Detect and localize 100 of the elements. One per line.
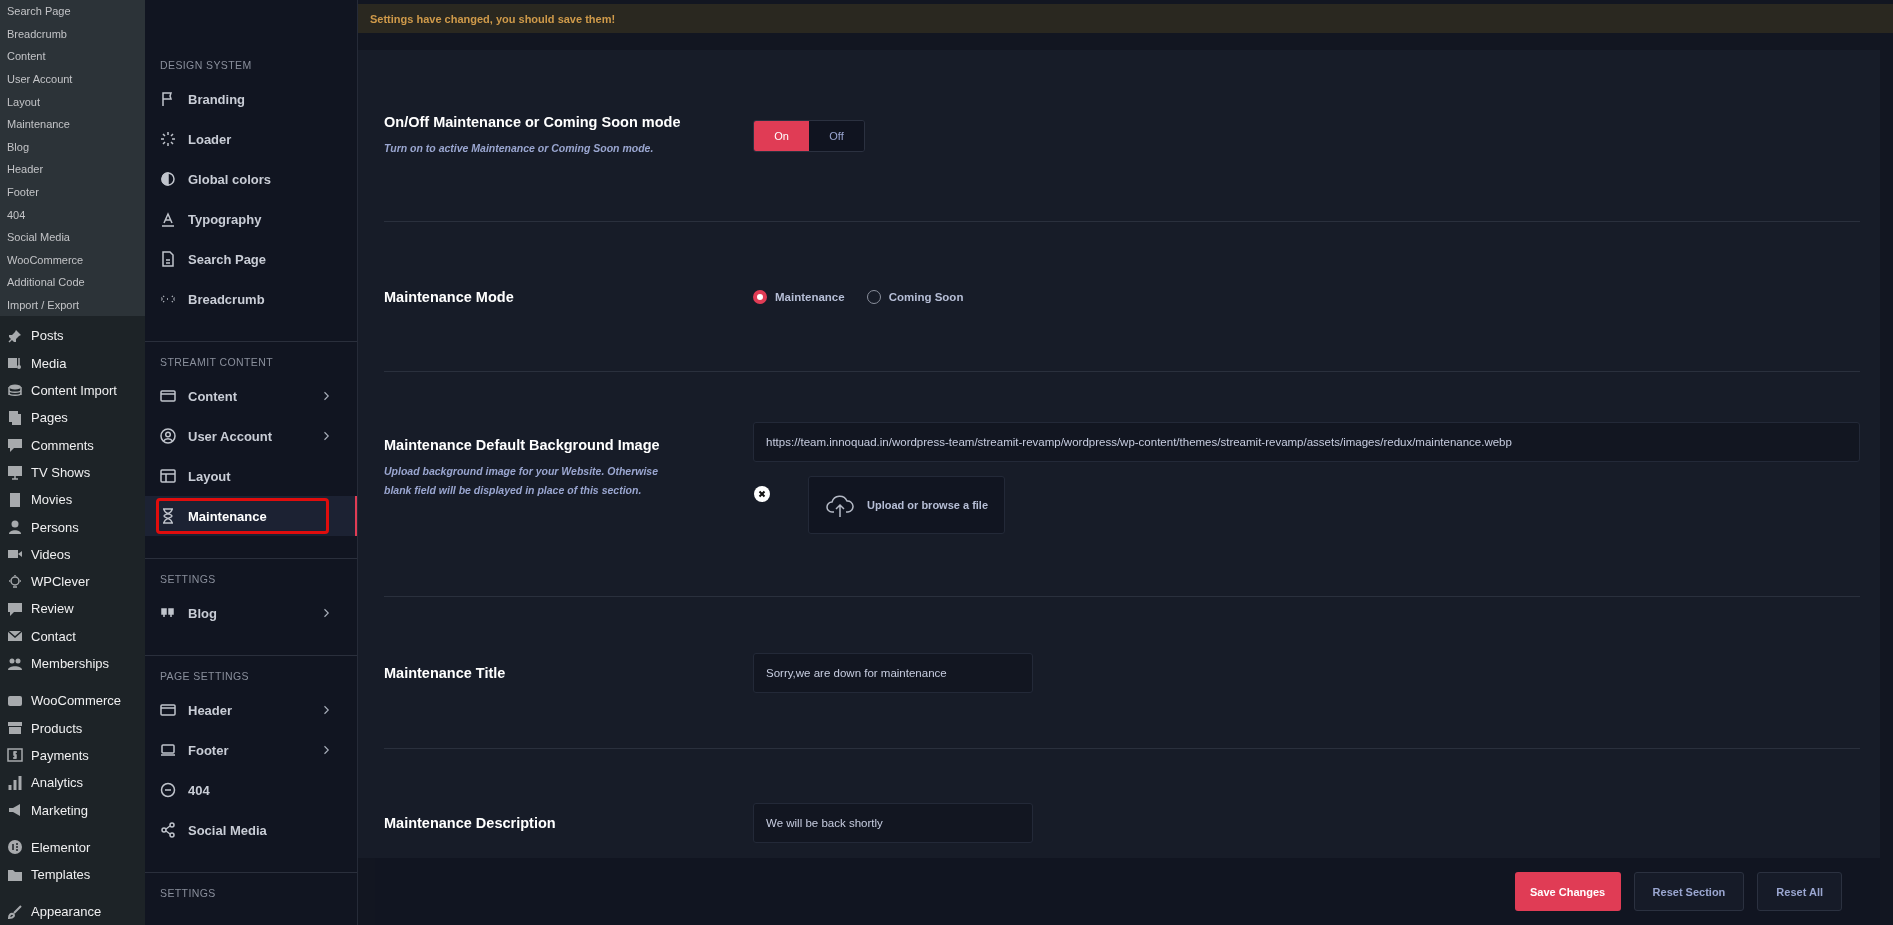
reset-button[interactable]: Reset Section — [1633, 872, 1745, 911]
notice-text: Settings have changed, you should save them! — [370, 12, 616, 25]
monitor-icon — [7, 464, 23, 481]
section-heading: SETTINGS — [160, 887, 216, 899]
pin-icon — [7, 327, 23, 344]
nav-item[interactable]: Footer — [145, 730, 357, 770]
field-description: Upload background image for your Website. Otherwise blank field will be displayed in place of this section. — [384, 464, 660, 498]
nav-item[interactable]: Blog — [145, 593, 357, 633]
submenu-link[interactable]: Header — [0, 158, 51, 181]
brush-icon — [7, 903, 23, 920]
submenu-link[interactable]: Layout — [0, 90, 48, 113]
submenu-link[interactable]: Content — [0, 45, 53, 68]
submenu-link[interactable]: WooCommerce — [0, 248, 91, 272]
text-underline-icon — [160, 211, 176, 227]
admin-menu-item[interactable]: Posts — [0, 322, 64, 350]
admin-menu-item[interactable]: Appearance — [0, 898, 102, 925]
nav-item[interactable]: Header — [145, 690, 357, 730]
url-field[interactable]: https://team.innoquad.in/wordpress-team/streamit-revamp/wordpress/wp-content/themes/streamit-revamp/assets/images/redux/maintenance.webp — [753, 422, 1860, 462]
admin-menu-item[interactable]: WooCommerce — [0, 687, 122, 715]
window-icon — [160, 702, 176, 718]
hourglass-icon — [160, 508, 176, 524]
nav-item[interactable]: User Account — [145, 416, 357, 456]
admin-menu-item[interactable]: Pages — [0, 404, 68, 432]
admin-menu-item[interactable]: Contact — [0, 622, 76, 650]
section-heading: SETTINGS — [160, 573, 216, 585]
admin-menu-item[interactable]: Templates — [0, 860, 91, 889]
remove-icon[interactable] — [753, 485, 771, 503]
text-field[interactable]: Sorry,we are down for maintenance — [753, 652, 1033, 693]
admin-menu-item[interactable]: Memberships — [0, 649, 110, 678]
field-title: Maintenance Description — [384, 814, 556, 831]
field-title: On/Off Maintenance or Coming Soon mode — [384, 113, 681, 130]
radio-button[interactable] — [753, 289, 767, 304]
nav-item[interactable]: Loader — [145, 119, 357, 159]
cloud-upload-icon — [825, 492, 855, 518]
layout-icon — [160, 468, 176, 484]
user-circle-icon — [160, 428, 176, 444]
admin-menu-item[interactable]: WPClever — [0, 568, 90, 596]
nav-item[interactable]: Global colors — [145, 159, 357, 199]
nav-item[interactable]: Search Page — [145, 239, 357, 279]
field-title: Maintenance Title — [384, 664, 506, 681]
field-title: Maintenance Mode — [384, 288, 514, 305]
radio-option[interactable]: Maintenance — [753, 289, 845, 304]
submenu-link[interactable]: Maintenance — [0, 112, 77, 136]
pages-icon — [7, 409, 23, 426]
submenu-link[interactable]: Footer — [0, 180, 46, 204]
megaphone-icon — [7, 802, 23, 818]
nav-item[interactable]: Maintenance — [145, 496, 357, 536]
admin-menu-item[interactable]: Comments — [0, 431, 94, 459]
minus-circle-icon — [160, 782, 176, 798]
person-icon — [7, 519, 23, 536]
reset-button[interactable]: Reset All — [1757, 872, 1842, 911]
upload-button[interactable]: Upload or browse a file — [808, 476, 1006, 534]
section-heading: DESIGN SYSTEM — [160, 59, 252, 71]
nav-item[interactable]: Branding — [145, 79, 357, 119]
media-icon — [7, 355, 23, 372]
admin-menu-item[interactable]: Persons — [0, 513, 79, 541]
toggle-option[interactable]: On — [754, 120, 809, 151]
admin-menu-item[interactable]: Elementor — [0, 833, 91, 861]
field-title: Maintenance Default Background Image — [384, 437, 660, 453]
submenu-link[interactable]: 404 — [0, 203, 33, 226]
archive-icon — [7, 720, 23, 737]
toggle-option[interactable]: Off — [809, 120, 864, 151]
nav-item[interactable]: Social Media — [145, 810, 357, 850]
contrast-icon — [160, 171, 176, 187]
nav-item[interactable]: Typography — [145, 199, 357, 239]
admin-menu-item[interactable]: Marketing — [0, 796, 89, 824]
radio-label: Maintenance — [775, 290, 845, 303]
window-icon — [160, 388, 176, 404]
laptop-icon — [160, 742, 176, 758]
admin-menu-item[interactable]: Products — [0, 714, 83, 742]
text-field[interactable]: We will be back shortly — [753, 802, 1033, 843]
save-button[interactable]: Save Changes — [1514, 872, 1621, 911]
admin-menu-item[interactable]: Media — [0, 349, 67, 377]
radio-label: Coming Soon — [888, 290, 964, 303]
share-icon — [160, 822, 176, 838]
submenu-link[interactable]: Search Page — [0, 0, 78, 23]
admin-menu-item[interactable]: Videos — [0, 540, 71, 568]
submenu-link[interactable]: Social Media — [0, 225, 77, 249]
radio-option[interactable]: Coming Soon — [866, 289, 964, 304]
comment-icon — [7, 437, 23, 454]
admin-menu-item[interactable]: Content Import — [0, 376, 117, 405]
nav-item[interactable]: Layout — [145, 456, 357, 496]
nav-item[interactable]: Breadcrumb — [145, 279, 357, 319]
submenu-link[interactable]: Breadcrumb — [0, 22, 74, 46]
admin-menu-item[interactable]: Movies — [0, 486, 73, 514]
field-description: Turn on to active Maintenance or Coming Soon mode. — [384, 140, 655, 156]
submenu-link[interactable]: Import / Export — [0, 293, 87, 317]
bar-chart-icon — [7, 774, 23, 791]
submenu-link[interactable]: Additional Code — [0, 271, 92, 294]
section-heading: PAGE SETTINGS — [160, 670, 250, 682]
admin-menu-item[interactable]: Analytics — [0, 769, 84, 797]
admin-menu-item[interactable]: TV Shows — [0, 458, 91, 487]
section-heading: STREAMIT CONTENT — [160, 356, 273, 368]
admin-menu-item[interactable]: Payments — [0, 741, 89, 770]
submenu-link[interactable]: User Account — [0, 67, 80, 91]
admin-menu-item[interactable]: Review — [0, 595, 74, 623]
document-icon — [160, 251, 176, 267]
nav-item[interactable]: Content — [145, 376, 357, 416]
submenu-link[interactable]: Blog — [0, 135, 37, 159]
nav-item[interactable]: 404 — [145, 770, 357, 810]
